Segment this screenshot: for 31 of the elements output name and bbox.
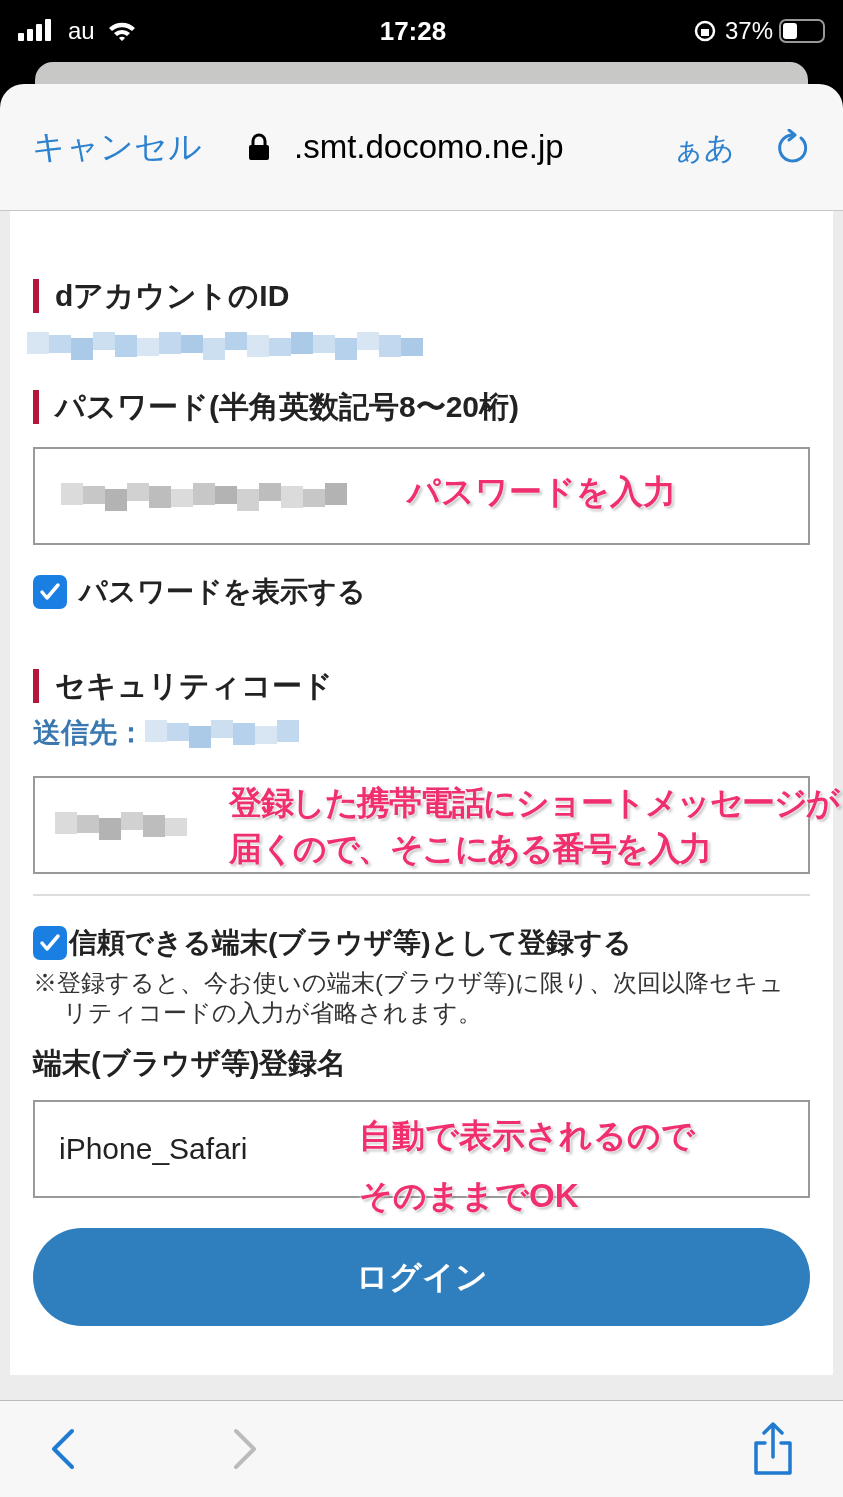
- section-heading: パスワード(半角英数記号8〜20桁): [55, 389, 520, 425]
- heading-marker: [33, 668, 39, 703]
- lock-icon: [248, 133, 270, 161]
- field-value: iPhone_Safari: [59, 1131, 248, 1167]
- annotation-text: 自動で表示されるので: [359, 1115, 695, 1156]
- url-text[interactable]: .smt.docomo.ne.jp: [294, 122, 564, 172]
- heading-marker: [33, 389, 39, 424]
- clock-text: 17:28: [379, 14, 447, 48]
- section-heading: dアカウントのID: [55, 278, 290, 314]
- share-icon[interactable]: [751, 1421, 795, 1477]
- annotation-text: 登録した携帯電話にショートメッセージが: [229, 783, 839, 823]
- note-text: ※登録すると、今お使いの端末(ブラウザ等)に限り、次回以降セキュリティコードの入力が省略されます。: [33, 968, 785, 1028]
- checkbox[interactable]: [33, 575, 67, 609]
- login-button[interactable]: ログイン: [33, 1227, 810, 1326]
- signal-icon: [18, 19, 54, 43]
- carrier-text: au: [68, 16, 95, 46]
- checkbox-label: パスワードを表示する: [79, 575, 366, 609]
- field-label: 端末(ブラウザ等)登録名: [33, 1046, 348, 1081]
- battery-icon: [779, 19, 825, 43]
- battery-percent: 37%: [724, 16, 773, 46]
- text-size-button[interactable]: ぁあ: [673, 124, 735, 170]
- checkbox[interactable]: [33, 926, 67, 960]
- checkbox-label: 信頼できる端末(ブラウザ等)として登録する: [69, 926, 632, 960]
- section-heading: セキュリティコード: [55, 668, 333, 704]
- password-field[interactable]: パスワードを入力: [33, 447, 810, 545]
- heading-marker: [33, 278, 39, 313]
- annotation-text: 届くので、そこにある番号を入力: [229, 829, 712, 869]
- rotation-lock-icon: [692, 19, 717, 43]
- annotation-text: パスワードを入力: [407, 472, 676, 512]
- cancel-button[interactable]: キャンセル: [32, 122, 202, 172]
- send-to-label: 送信先：: [33, 716, 145, 750]
